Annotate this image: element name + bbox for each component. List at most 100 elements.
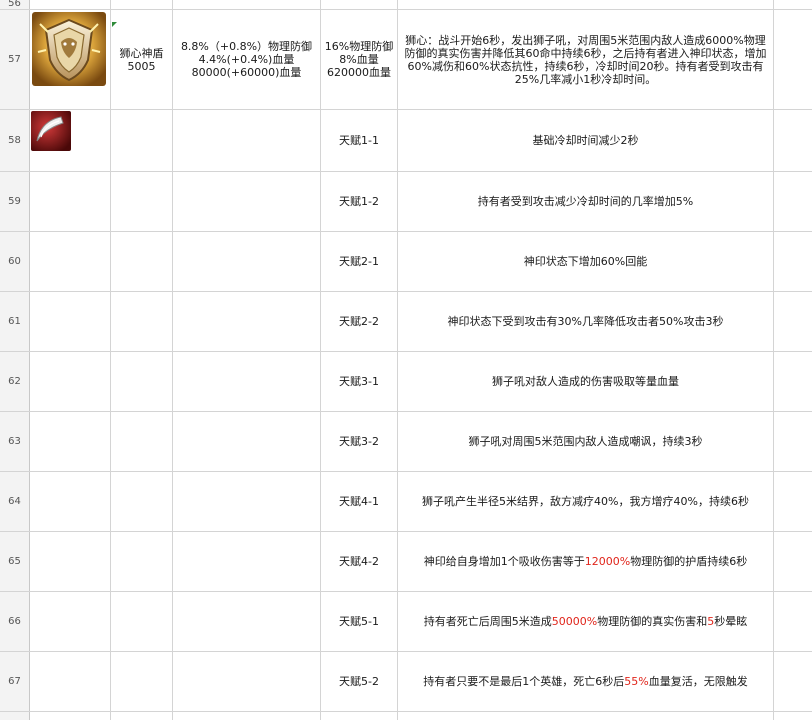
cell-description[interactable]: 持有者受到攻击减少冷却时间的几率增加5%	[398, 172, 774, 231]
cell-extra[interactable]	[774, 592, 812, 651]
cell-stats[interactable]	[173, 472, 321, 531]
cell-description[interactable]: 狮子吼对周围5米范围内敌人造成嘲讽，持续3秒	[398, 412, 774, 471]
row-number[interactable]: 65	[0, 532, 30, 591]
cell-extra[interactable]	[774, 532, 812, 591]
row-number[interactable]: 67	[0, 652, 30, 711]
cell-stats[interactable]: 8.8%（+0.8%）物理防御 4.4%(+0.4%)血量 80000(+600…	[173, 10, 321, 109]
cell-name[interactable]	[111, 532, 173, 591]
cell-icon[interactable]	[30, 592, 111, 651]
cell-talent[interactable]: 天赋4-2	[321, 532, 398, 591]
cell-stats[interactable]	[173, 592, 321, 651]
table-row[interactable]: 66 天赋5-1 持有者死亡后周围5米造成50000%物理防御的真实伤害和5秒晕…	[0, 592, 812, 652]
row-number[interactable]: 66	[0, 592, 30, 651]
cell-icon[interactable]	[30, 0, 111, 9]
row-number[interactable]	[0, 712, 30, 720]
cell-stats[interactable]	[173, 172, 321, 231]
cell-extra[interactable]	[774, 412, 812, 471]
table-row[interactable]: 63 天赋3-2 狮子吼对周围5米范围内敌人造成嘲讽，持续3秒	[0, 412, 812, 472]
cell-extra[interactable]	[774, 110, 812, 171]
cell-name[interactable]: 狮心神盾 5005	[111, 10, 173, 109]
cell-talent[interactable]: 天赋5-2	[321, 652, 398, 711]
cell-stats[interactable]	[173, 232, 321, 291]
cell-extra[interactable]	[774, 232, 812, 291]
cell-stats[interactable]	[173, 352, 321, 411]
table-row[interactable]: 65 天赋4-2 神印给自身增加1个吸收伤害等于12000%物理防御的护盾持续6…	[0, 532, 812, 592]
cell-description[interactable]: 神印状态下受到攻击有30%几率降低攻击者50%攻击3秒	[398, 292, 774, 351]
cell-name[interactable]	[111, 110, 173, 171]
row-number[interactable]: 58	[0, 110, 30, 171]
cell-description[interactable]	[398, 712, 774, 720]
cell-name[interactable]	[111, 172, 173, 231]
row-number[interactable]: 64	[0, 472, 30, 531]
table-row[interactable]: 60 天赋2-1 神印状态下增加60%回能	[0, 232, 812, 292]
cell-icon[interactable]	[30, 412, 111, 471]
cell-bonus[interactable]	[321, 0, 398, 9]
table-row[interactable]: 67 天赋5-2 持有者只要不是最后1个英雄，死亡6秒后55%血量复活，无限触发	[0, 652, 812, 712]
cell-stats[interactable]	[173, 532, 321, 591]
cell-name[interactable]	[111, 472, 173, 531]
cell-stats[interactable]	[173, 0, 321, 9]
cell-description[interactable]: 持有者死亡后周围5米造成50000%物理防御的真实伤害和5秒晕眩	[398, 592, 774, 651]
cell-name[interactable]	[111, 412, 173, 471]
cell-talent[interactable]: 天赋1-2	[321, 172, 398, 231]
cell-description[interactable]: 神印给自身增加1个吸收伤害等于12000%物理防御的护盾持续6秒	[398, 532, 774, 591]
cell-name[interactable]	[111, 0, 173, 9]
cell-description[interactable]: 基础冷却时间减少2秒	[398, 110, 774, 171]
cell-stats[interactable]	[173, 110, 321, 171]
cell-talent[interactable]	[321, 712, 398, 720]
row-number[interactable]: 60	[0, 232, 30, 291]
cell-icon[interactable]	[30, 712, 111, 720]
cell-name[interactable]	[111, 292, 173, 351]
cell-description[interactable]: 持有者只要不是最后1个英雄，死亡6秒后55%血量复活，无限触发	[398, 652, 774, 711]
cell-name[interactable]	[111, 232, 173, 291]
cell-icon[interactable]	[30, 232, 111, 291]
table-row[interactable]: 62 天赋3-1 狮子吼对敌人造成的伤害吸取等量血量	[0, 352, 812, 412]
cell-stats[interactable]	[173, 652, 321, 711]
cell-extra[interactable]	[774, 0, 812, 9]
cell-extra[interactable]	[774, 292, 812, 351]
cell-name[interactable]	[111, 592, 173, 651]
cell-icon[interactable]	[30, 532, 111, 591]
cell-talent[interactable]: 天赋3-1	[321, 352, 398, 411]
cell-name[interactable]	[111, 652, 173, 711]
row-number[interactable]: 56	[0, 0, 30, 9]
cell-extra[interactable]	[774, 652, 812, 711]
cell-stats[interactable]	[173, 712, 321, 720]
cell-icon[interactable]	[30, 10, 111, 109]
row-number[interactable]: 57	[0, 10, 30, 109]
spreadsheet-grid[interactable]: 56 57 狮心神盾 5005 8.8%（+0.8%）物理防御 4.4%(+0.…	[0, 0, 812, 720]
row-number[interactable]: 63	[0, 412, 30, 471]
table-row[interactable]: 61 天赋2-2 神印状态下受到攻击有30%几率降低攻击者50%攻击3秒	[0, 292, 812, 352]
cell-stats[interactable]	[173, 412, 321, 471]
cell-icon[interactable]	[30, 472, 111, 531]
table-row[interactable]: 59 天赋1-2 持有者受到攻击减少冷却时间的几率增加5%	[0, 172, 812, 232]
table-row[interactable]: 56	[0, 0, 812, 10]
cell-talent[interactable]: 天赋3-2	[321, 412, 398, 471]
cell-talent[interactable]: 天赋4-1	[321, 472, 398, 531]
cell-icon[interactable]	[30, 110, 111, 171]
cell-name[interactable]	[111, 352, 173, 411]
cell-icon[interactable]	[30, 172, 111, 231]
cell-extra[interactable]	[774, 10, 812, 109]
cell-icon[interactable]	[30, 652, 111, 711]
cell-description[interactable]: 狮心：战斗开始6秒，发出狮子吼，对周围5米范围内敌人造成6000%物理防御的真实…	[398, 10, 774, 109]
cell-description[interactable]: 狮子吼对敌人造成的伤害吸取等量血量	[398, 352, 774, 411]
cell-icon[interactable]	[30, 292, 111, 351]
cell-extra[interactable]	[774, 712, 812, 720]
cell-description[interactable]	[398, 0, 774, 9]
cell-talent[interactable]: 天赋2-2	[321, 292, 398, 351]
table-row[interactable]: 58 天赋1-1 基础冷却时间减少2秒	[0, 110, 812, 172]
cell-bonus[interactable]: 16%物理防御 8%血量 620000血量	[321, 10, 398, 109]
row-number[interactable]: 62	[0, 352, 30, 411]
table-row[interactable]: 64 天赋4-1 狮子吼产生半径5米结界，敌方减疗40%，我方增疗40%，持续6…	[0, 472, 812, 532]
row-number[interactable]: 61	[0, 292, 30, 351]
table-row[interactable]	[0, 712, 812, 720]
cell-description[interactable]: 狮子吼产生半径5米结界，敌方减疗40%，我方增疗40%，持续6秒	[398, 472, 774, 531]
cell-talent[interactable]: 天赋1-1	[321, 110, 398, 171]
table-row[interactable]: 57 狮心神盾 5005 8.8%（+0.8%）物理防御 4.4%(+0.4%)…	[0, 10, 812, 110]
cell-icon[interactable]	[30, 352, 111, 411]
cell-extra[interactable]	[774, 352, 812, 411]
cell-stats[interactable]	[173, 292, 321, 351]
cell-extra[interactable]	[774, 472, 812, 531]
cell-name[interactable]	[111, 712, 173, 720]
